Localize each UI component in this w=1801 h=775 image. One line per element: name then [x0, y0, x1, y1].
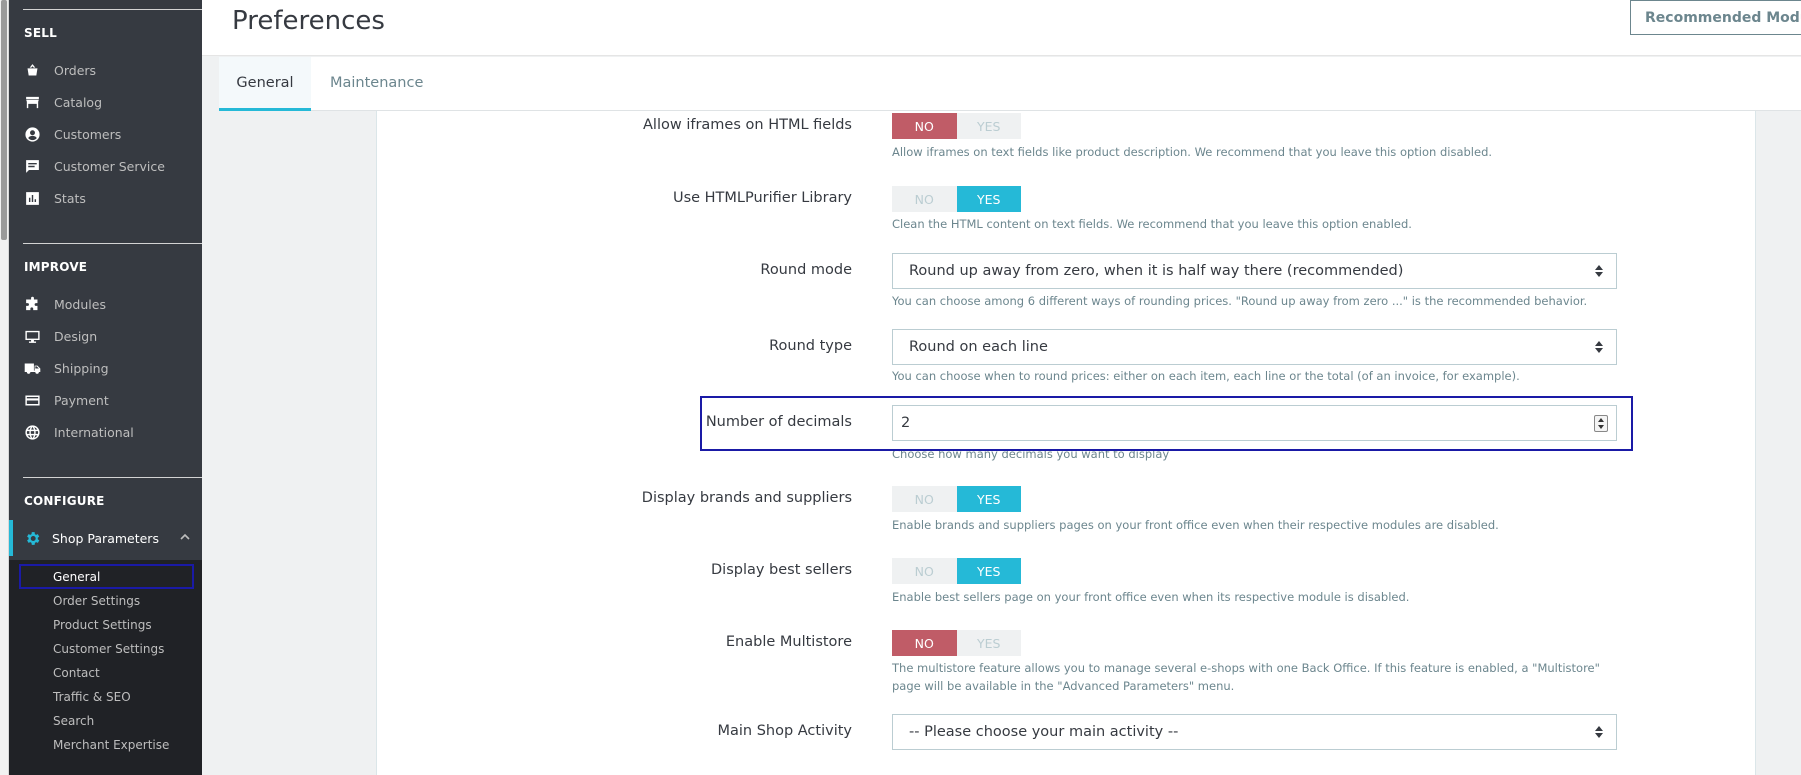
sidebar-item-modules[interactable]: Modules	[9, 290, 202, 318]
brands-toggle: NO YES	[892, 486, 1021, 512]
focus-outline	[700, 396, 1633, 451]
section-title-configure: CONFIGURE	[24, 494, 105, 508]
tab-general[interactable]: General	[219, 57, 311, 111]
activity-value: -- Please choose your main activity --	[909, 724, 1179, 740]
iframes-toggle: NO YES	[892, 113, 1021, 139]
sidebar-item-label: Customers	[54, 126, 122, 142]
sidebar-item-label: Customer Service	[54, 158, 165, 174]
sidebar-divider	[23, 243, 202, 244]
sidebar-item-label: Stats	[54, 190, 86, 206]
sidebar-item-label: Orders	[54, 62, 97, 78]
round-mode-help: You can choose among 6 different ways of…	[892, 294, 1588, 308]
sidebar-item-orders[interactable]: Orders	[9, 56, 202, 84]
multistore-no-option[interactable]: NO	[892, 630, 957, 656]
submenu-item-traffic-seo[interactable]: Traffic & SEO	[53, 690, 131, 704]
tab-maintenance[interactable]: Maintenance	[330, 57, 423, 111]
purifier-help: Clean the HTML content on text fields. W…	[892, 217, 1412, 231]
iframes-label: Allow iframes on HTML fields	[643, 117, 852, 133]
activity-select[interactable]: -- Please choose your main activity --	[892, 714, 1617, 750]
purifier-label: Use HTMLPurifier Library	[672, 190, 852, 206]
basket-icon	[24, 62, 41, 79]
submenu-item-merchant-expertise[interactable]: Merchant Expertise	[53, 738, 169, 752]
sidebar-item-shop-parameters[interactable]: Shop Parameters	[9, 520, 202, 556]
page-title: Preferences	[232, 6, 385, 36]
chat-icon	[24, 158, 41, 175]
sidebar: SELL Orders Catalog Customers Customer S…	[9, 0, 202, 775]
sidebar-item-customers[interactable]: Customers	[9, 120, 202, 148]
sidebar-item-payment[interactable]: Payment	[9, 386, 202, 414]
sidebar-item-label: Catalog	[54, 94, 103, 110]
page-header	[202, 0, 1801, 56]
submenu-item-order-settings[interactable]: Order Settings	[53, 594, 140, 608]
activity-label: Main Shop Activity	[717, 723, 852, 739]
account-circle-icon	[24, 126, 41, 143]
select-caret-icon	[1594, 724, 1604, 740]
shop-parameters-submenu: General Order Settings Product Settings …	[9, 560, 202, 775]
round-mode-label: Round mode	[760, 262, 852, 278]
round-type-value: Round on each line	[909, 339, 1048, 355]
submenu-item-product-settings[interactable]: Product Settings	[53, 618, 152, 632]
sidebar-item-label: Design	[54, 328, 98, 344]
recommended-modules-button[interactable]: Recommended Modules	[1630, 0, 1801, 35]
round-mode-value: Round up away from zero, when it is half…	[909, 263, 1404, 279]
tab-bar: General Maintenance	[219, 57, 1801, 111]
round-type-help: You can choose when to round prices: eit…	[892, 369, 1520, 383]
best-sellers-help: Enable best sellers page on your front o…	[892, 590, 1410, 604]
desktop-icon	[24, 328, 41, 345]
chevron-up-icon[interactable]	[178, 530, 192, 544]
focus-outline	[19, 564, 194, 589]
credit-card-icon	[24, 392, 41, 409]
brands-no-option[interactable]: NO	[892, 486, 957, 512]
purifier-no-option[interactable]: NO	[892, 186, 957, 212]
page-scrollbar[interactable]	[0, 0, 9, 775]
multistore-yes-option[interactable]: YES	[956, 630, 1021, 656]
round-mode-select[interactable]: Round up away from zero, when it is half…	[892, 253, 1617, 289]
sidebar-item-design[interactable]: Design	[9, 322, 202, 350]
bar-chart-icon	[24, 190, 41, 207]
section-title-improve: IMPROVE	[24, 260, 88, 274]
puzzle-icon	[24, 296, 41, 313]
sidebar-item-label: Payment	[54, 392, 109, 408]
select-caret-icon	[1594, 263, 1604, 279]
multistore-toggle: NO YES	[892, 630, 1021, 656]
best-sellers-yes-option[interactable]: YES	[956, 558, 1021, 584]
best-sellers-label: Display best sellers	[711, 562, 852, 578]
truck-icon	[24, 360, 41, 377]
sidebar-item-label: International	[54, 424, 134, 440]
multistore-help: The multistore feature allows you to man…	[892, 661, 1600, 693]
sidebar-item-catalog[interactable]: Catalog	[9, 88, 202, 116]
scrollbar-thumb[interactable]	[1, 0, 7, 240]
submenu-item-search[interactable]: Search	[53, 714, 94, 728]
iframes-yes-option[interactable]: YES	[956, 113, 1021, 139]
iframes-help: Allow iframes on text fields like produc…	[892, 145, 1493, 159]
sidebar-divider	[23, 477, 202, 478]
best-sellers-no-option[interactable]: NO	[892, 558, 957, 584]
globe-icon	[24, 424, 41, 441]
multistore-label: Enable Multistore	[725, 634, 852, 650]
gear-icon	[24, 530, 41, 547]
select-caret-icon	[1594, 339, 1604, 355]
sidebar-divider	[23, 9, 202, 10]
sidebar-item-label: Shop Parameters	[52, 530, 159, 546]
best-sellers-toggle: NO YES	[892, 558, 1021, 584]
purifier-yes-option[interactable]: YES	[956, 186, 1021, 212]
brands-yes-option[interactable]: YES	[956, 486, 1021, 512]
sidebar-item-label: Shipping	[54, 360, 109, 376]
iframes-no-option[interactable]: NO	[892, 113, 957, 139]
sidebar-item-label: Modules	[54, 296, 106, 312]
section-title-sell: SELL	[24, 26, 57, 40]
brands-help: Enable brands and suppliers pages on you…	[892, 518, 1499, 532]
sidebar-item-shipping[interactable]: Shipping	[9, 354, 202, 382]
brands-label: Display brands and suppliers	[641, 490, 852, 506]
submenu-item-contact[interactable]: Contact	[53, 666, 100, 680]
purifier-toggle: NO YES	[892, 186, 1021, 212]
round-type-label: Round type	[769, 338, 852, 354]
sidebar-item-international[interactable]: International	[9, 418, 202, 446]
round-type-select[interactable]: Round on each line	[892, 329, 1617, 365]
store-icon	[24, 94, 41, 111]
sidebar-item-customer-service[interactable]: Customer Service	[9, 152, 202, 180]
submenu-item-customer-settings[interactable]: Customer Settings	[53, 642, 164, 656]
sidebar-item-stats[interactable]: Stats	[9, 184, 202, 212]
